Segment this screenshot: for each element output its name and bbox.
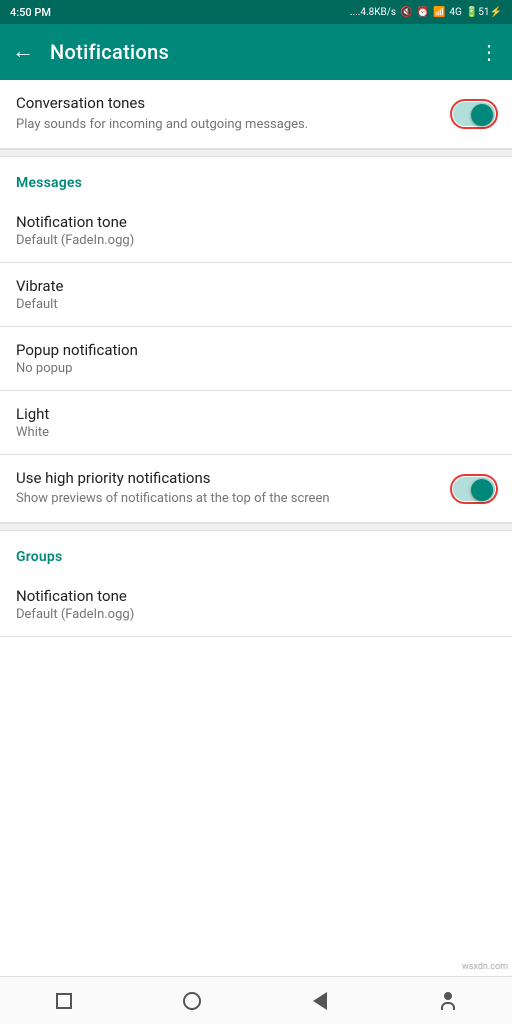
nav-back-button[interactable] bbox=[296, 977, 344, 1024]
toggle-thumb-2 bbox=[471, 479, 493, 501]
toolbar: ← Notifications ⋮ bbox=[0, 24, 512, 80]
status-time: 4:50 PM bbox=[10, 6, 51, 19]
settings-content: Conversation tones Play sounds for incom… bbox=[0, 80, 512, 685]
4g-icon: 4G bbox=[449, 7, 461, 18]
conversation-tones-subtitle: Play sounds for incoming and outgoing me… bbox=[16, 116, 452, 134]
groups-notification-tone-title: Notification tone bbox=[16, 587, 496, 605]
groups-section-header: Groups bbox=[0, 531, 512, 573]
navigation-bar bbox=[0, 976, 512, 1024]
vibrate-value: Default bbox=[16, 297, 496, 312]
notification-tone-row[interactable]: Notification tone Default (FadeIn.ogg) bbox=[0, 199, 512, 263]
nav-accessibility-button[interactable] bbox=[424, 977, 472, 1024]
groups-notification-tone-row[interactable]: Notification tone Default (FadeIn.ogg) bbox=[0, 573, 512, 637]
light-row[interactable]: Light White bbox=[0, 391, 512, 455]
toggle-track-2 bbox=[453, 477, 495, 501]
recents-icon bbox=[56, 993, 72, 1009]
nav-recents-button[interactable] bbox=[40, 977, 88, 1024]
watermark: wsxdn.com bbox=[462, 962, 508, 972]
toggle-thumb bbox=[471, 104, 493, 126]
messages-section-header: Messages bbox=[0, 157, 512, 199]
high-priority-title: Use high priority notifications bbox=[16, 469, 452, 489]
accessibility-icon bbox=[441, 992, 455, 1010]
status-icons: ....4.8KB/s 🔇 ⏰ 📶 4G 🔋51⚡ bbox=[350, 7, 502, 18]
back-button[interactable]: ← bbox=[12, 41, 34, 63]
light-value: White bbox=[16, 425, 496, 440]
notification-tone-value: Default (FadeIn.ogg) bbox=[16, 233, 496, 248]
divider-2 bbox=[0, 523, 512, 531]
popup-notification-row[interactable]: Popup notification No popup bbox=[0, 327, 512, 391]
nav-home-button[interactable] bbox=[168, 977, 216, 1024]
status-bar: 4:50 PM ....4.8KB/s 🔇 ⏰ 📶 4G 🔋51⚡ bbox=[0, 0, 512, 24]
toggle-track bbox=[453, 102, 495, 126]
high-priority-toggle[interactable] bbox=[452, 476, 496, 502]
home-icon bbox=[183, 992, 201, 1010]
high-priority-subtitle: Show previews of notifications at the to… bbox=[16, 490, 452, 508]
light-title: Light bbox=[16, 405, 496, 423]
conversation-tones-content: Conversation tones Play sounds for incom… bbox=[16, 94, 452, 134]
signal-icon: 📶 bbox=[433, 7, 445, 18]
notification-tone-title: Notification tone bbox=[16, 213, 496, 231]
conversation-tones-toggle[interactable] bbox=[452, 101, 496, 127]
battery-icon: 🔋51⚡ bbox=[466, 7, 502, 18]
more-options-button[interactable]: ⋮ bbox=[479, 40, 500, 64]
network-speed: ....4.8KB/s bbox=[350, 7, 396, 18]
vibrate-row[interactable]: Vibrate Default bbox=[0, 263, 512, 327]
page-title: Notifications bbox=[50, 40, 479, 64]
person-head bbox=[444, 992, 452, 1000]
alarm-icon: ⏰ bbox=[417, 7, 429, 18]
mute-icon: 🔇 bbox=[400, 7, 412, 18]
popup-notification-title: Popup notification bbox=[16, 341, 496, 359]
conversation-tones-row[interactable]: Conversation tones Play sounds for incom… bbox=[0, 80, 512, 149]
vibrate-title: Vibrate bbox=[16, 277, 496, 295]
high-priority-content: Use high priority notifications Show pre… bbox=[16, 469, 452, 509]
back-icon bbox=[313, 992, 327, 1010]
groups-notification-tone-value: Default (FadeIn.ogg) bbox=[16, 607, 496, 622]
popup-notification-value: No popup bbox=[16, 361, 496, 376]
conversation-tones-title: Conversation tones bbox=[16, 94, 452, 114]
person-body bbox=[441, 1002, 455, 1010]
divider-1 bbox=[0, 149, 512, 157]
high-priority-row[interactable]: Use high priority notifications Show pre… bbox=[0, 455, 512, 524]
